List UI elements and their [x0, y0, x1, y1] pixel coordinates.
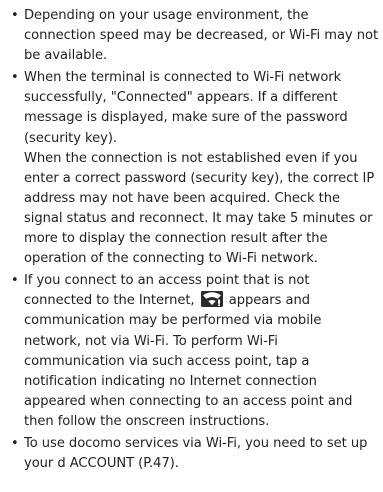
bullet-mark: • [11, 8, 19, 23]
list-item-connection-status: • When the terminal is connected to Wi-F… [11, 68, 379, 269]
no-internet-text-after-icon: appears and communication may be perform… [24, 293, 353, 429]
wifi-no-internet-icon [200, 291, 223, 308]
manual-page: • Depending on your usage environment, t… [0, 0, 383, 492]
paragraph-connected-message: When the terminal is connected to Wi-Fi … [24, 70, 348, 146]
list-item-no-internet: • If you connect to an access point that… [11, 271, 379, 432]
paragraph-usage-environment: Depending on your usage environment, the… [24, 8, 379, 64]
paragraph-no-internet: If you connect to an access point that i… [24, 271, 379, 432]
bullet-mark: • [11, 435, 19, 451]
list-item-d-account: • To use docomo services via Wi-Fi, you … [11, 434, 379, 474]
bullet-mark: • [11, 70, 19, 86]
list-item-usage-environment: • Depending on your usage environment, t… [11, 6, 379, 66]
bullet-mark: • [11, 273, 19, 289]
notes-list: • Depending on your usage environment, t… [11, 6, 379, 474]
paragraph-d-account: To use docomo services via Wi-Fi, you ne… [24, 435, 368, 472]
paragraph-ip-address-note: When the connection is not established e… [24, 150, 375, 267]
